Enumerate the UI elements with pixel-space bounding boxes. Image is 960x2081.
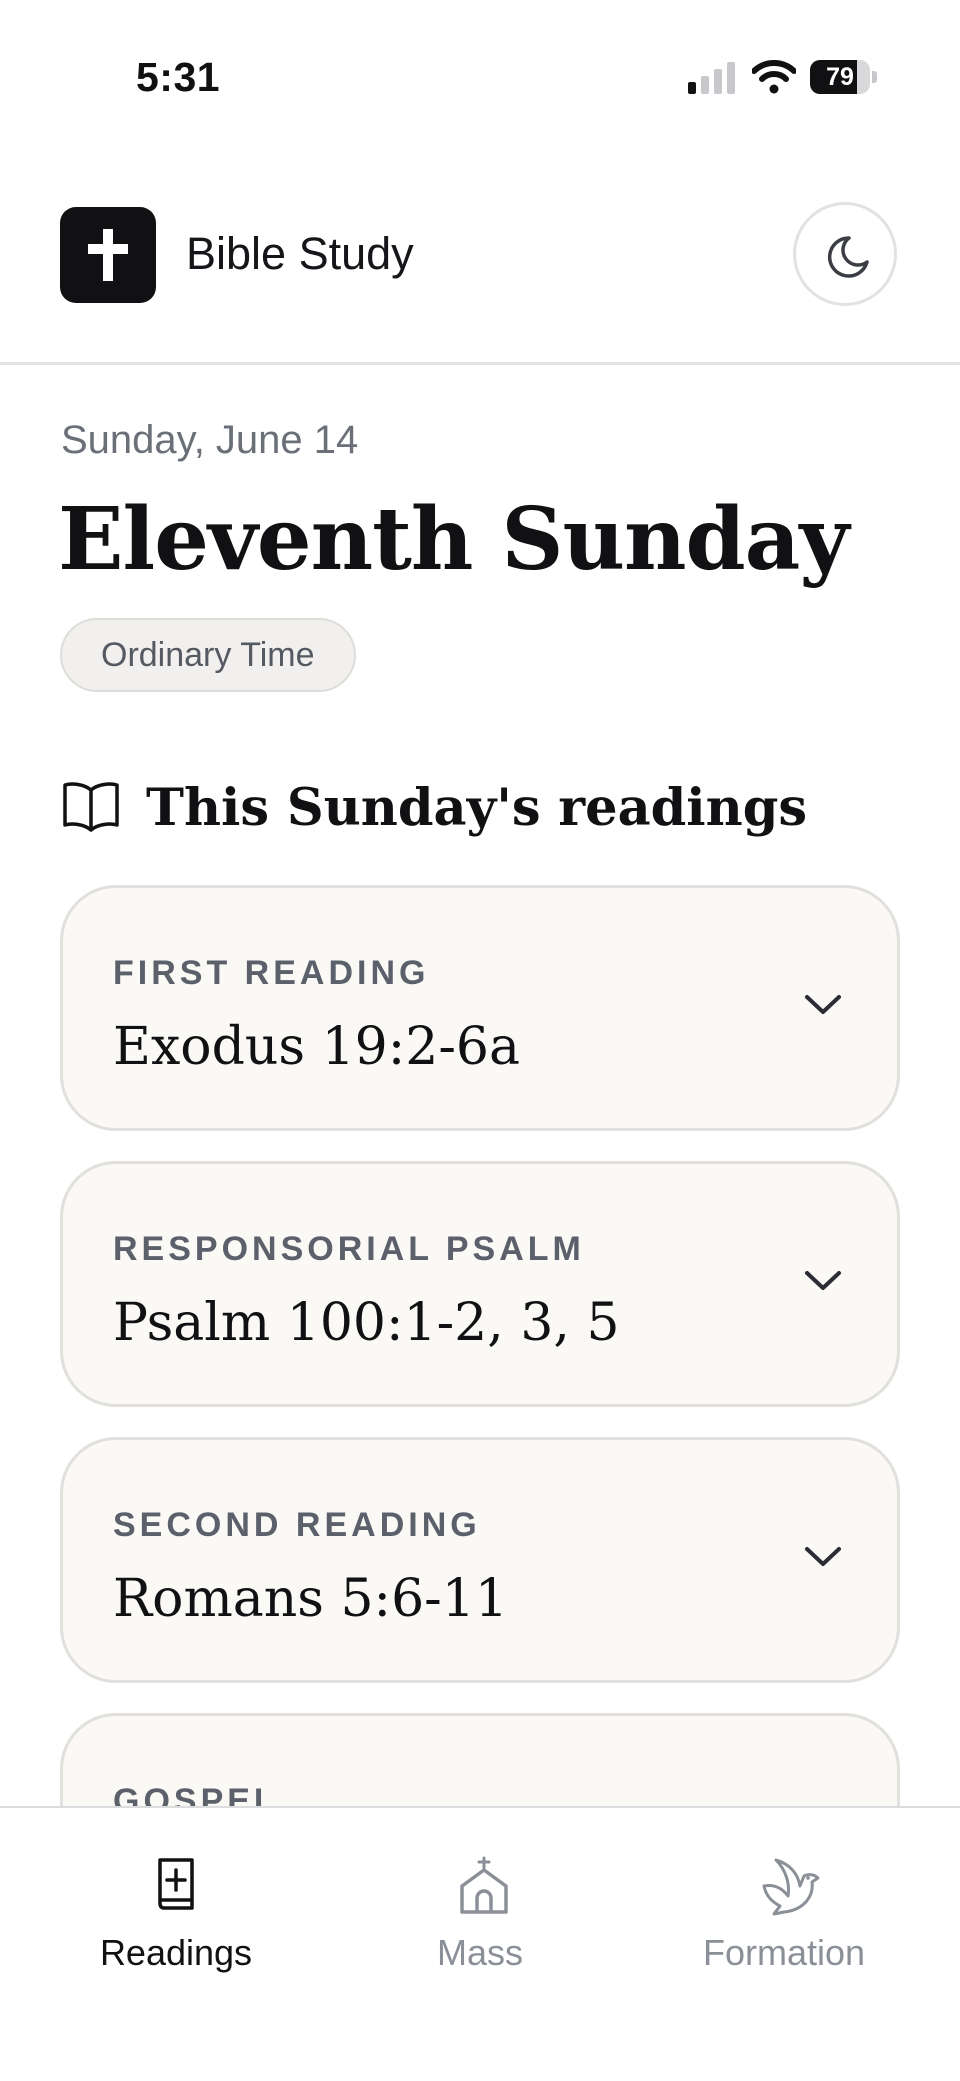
battery-percent: 79 (826, 63, 854, 91)
tab-label: Formation (702, 1932, 866, 1973)
battery-icon: 79 (810, 60, 877, 94)
book-open-icon (63, 782, 119, 832)
app-title: Bible Study (186, 228, 414, 279)
tab-label: Readings (99, 1932, 253, 1973)
wifi-icon (752, 60, 796, 94)
dove-icon (762, 1858, 820, 1916)
tab-mass[interactable]: Mass (360, 1808, 600, 2008)
reading-card-second[interactable]: SECOND READING Romans 5:6-11 (60, 1437, 900, 1683)
cellular-signal-icon (688, 62, 735, 94)
cross-logo-icon (60, 207, 156, 303)
season-badge: Ordinary Time (60, 618, 356, 692)
status-bar: 5:31 79 (0, 0, 960, 150)
readings-list: FIRST READING Exodus 19:2-6a RESPONSORIA… (60, 885, 900, 1807)
page-title: Eleventh Sunday (58, 489, 849, 590)
reading-reference: Exodus 19:2-6a (113, 1017, 521, 1077)
tab-formation[interactable]: Formation (664, 1808, 904, 2008)
dark-mode-toggle[interactable] (793, 202, 897, 306)
reading-label: SECOND READING (113, 1506, 481, 1544)
tab-readings[interactable]: Readings (56, 1808, 296, 2008)
reading-card-first[interactable]: FIRST READING Exodus 19:2-6a (60, 885, 900, 1131)
tab-label: Mass (436, 1932, 523, 1973)
date-label: Sunday, June 14 (61, 418, 359, 462)
status-time: 5:31 (136, 54, 221, 100)
moon-icon (827, 236, 869, 278)
reading-card-psalm[interactable]: RESPONSORIAL PSALM Psalm 100:1-2, 3, 5 (60, 1161, 900, 1407)
chevron-down-icon[interactable] (803, 1268, 843, 1294)
reading-reference: Psalm 100:1-2, 3, 5 (113, 1293, 620, 1353)
section-title: This Sunday's readings (146, 778, 808, 838)
app-header: Bible Study (0, 150, 960, 365)
chevron-down-icon[interactable] (803, 1544, 843, 1570)
reading-card-gospel[interactable]: GOSPEL (60, 1713, 900, 1807)
chevron-down-icon[interactable] (803, 992, 843, 1018)
reading-label: GOSPEL (113, 1782, 279, 1807)
reading-label: RESPONSORIAL PSALM (113, 1230, 585, 1268)
bible-icon (158, 1858, 194, 1910)
reading-label: FIRST READING (113, 954, 430, 992)
church-icon (460, 1856, 508, 1914)
reading-reference: Romans 5:6-11 (113, 1569, 508, 1629)
tab-bar: Readings Mass Formation (0, 1806, 960, 2081)
